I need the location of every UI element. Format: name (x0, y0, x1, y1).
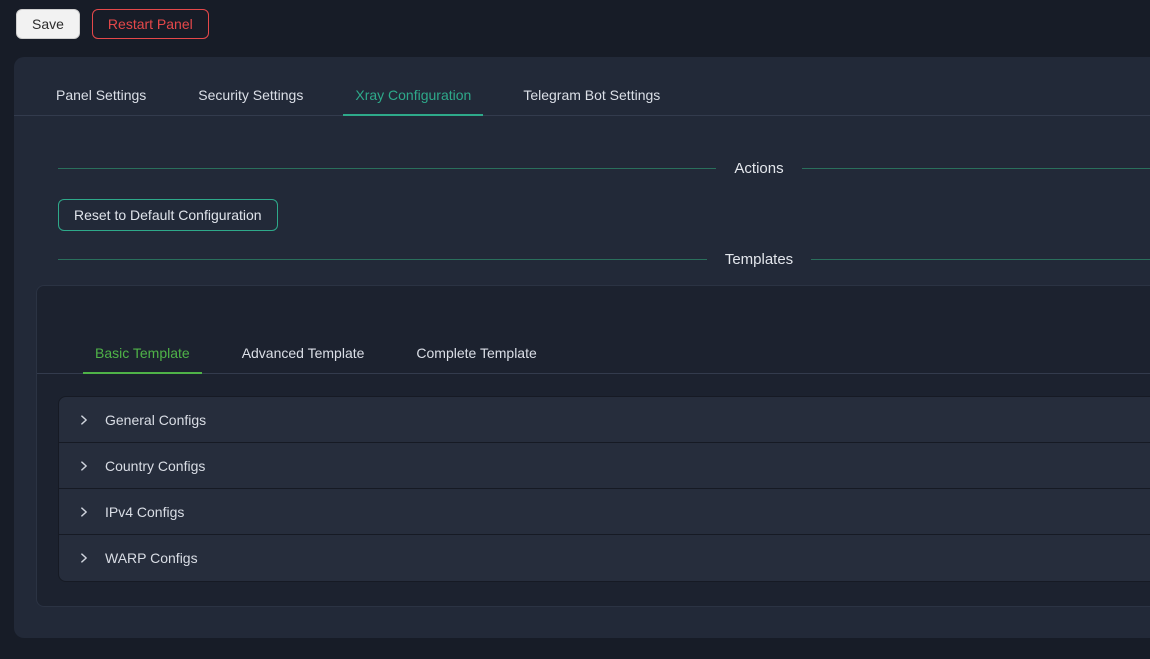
collapse-country-configs[interactable]: Country Configs (59, 443, 1150, 489)
reset-default-config-button[interactable]: Reset to Default Configuration (58, 199, 278, 231)
collapse-general-configs[interactable]: General Configs (59, 397, 1150, 443)
settings-tabs: Panel Settings Security Settings Xray Co… (14, 57, 1150, 116)
tab-security-settings[interactable]: Security Settings (186, 75, 315, 115)
templates-divider-title: Templates (707, 251, 811, 268)
tab-xray-configuration[interactable]: Xray Configuration (343, 75, 483, 115)
xray-configuration-section: Actions Reset to Default Configuration T… (14, 160, 1150, 268)
topbar: Save Restart Panel (0, 0, 1150, 48)
tab-advanced-template[interactable]: Advanced Template (230, 333, 377, 373)
collapse-item-label: WARP Configs (105, 550, 198, 566)
collapse-ipv4-configs[interactable]: IPv4 Configs (59, 489, 1150, 535)
collapse-item-label: Country Configs (105, 458, 205, 474)
collapse-item-label: IPv4 Configs (105, 504, 184, 520)
template-tabs: Basic Template Advanced Template Complet… (37, 333, 1150, 374)
tab-telegram-bot-settings[interactable]: Telegram Bot Settings (511, 75, 672, 115)
chevron-right-icon (77, 551, 91, 565)
templates-divider: Templates (58, 251, 1150, 268)
actions-divider-title: Actions (716, 160, 801, 177)
tab-panel-settings[interactable]: Panel Settings (44, 75, 158, 115)
save-button[interactable]: Save (16, 9, 80, 39)
actions-divider: Actions (58, 160, 1150, 177)
collapse-item-label: General Configs (105, 412, 206, 428)
tab-complete-template[interactable]: Complete Template (404, 333, 548, 373)
settings-card: Panel Settings Security Settings Xray Co… (14, 57, 1150, 638)
templates-card: Basic Template Advanced Template Complet… (36, 285, 1150, 607)
tab-basic-template[interactable]: Basic Template (83, 333, 202, 373)
collapse-warp-configs[interactable]: WARP Configs (59, 535, 1150, 581)
config-collapse-list: General Configs Country Configs IPv4 Con… (58, 396, 1150, 582)
chevron-right-icon (77, 413, 91, 427)
chevron-right-icon (77, 505, 91, 519)
restart-panel-button[interactable]: Restart Panel (92, 9, 209, 39)
chevron-right-icon (77, 459, 91, 473)
